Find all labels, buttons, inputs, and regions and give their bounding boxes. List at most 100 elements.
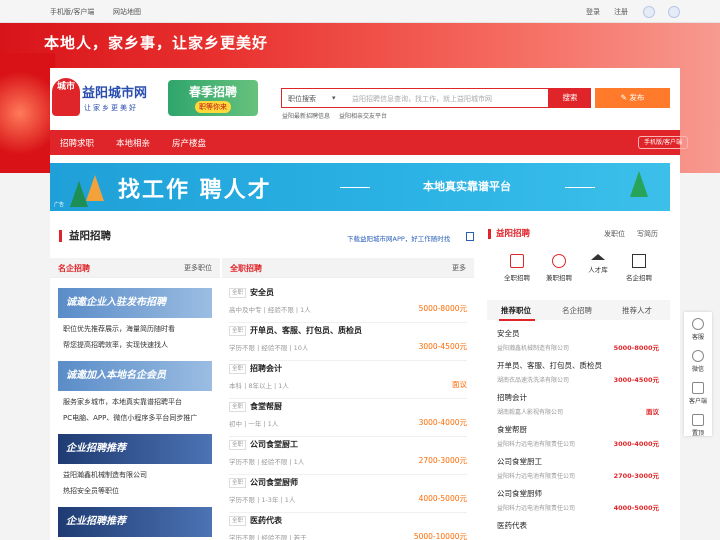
app-download-link[interactable]: 下载益阳城市网APP，好工作随时找 [347, 233, 450, 243]
right-job-row[interactable]: 医药代表 [497, 520, 662, 540]
job-title[interactable]: 食堂帮厨 [250, 401, 282, 412]
promo-image[interactable]: 诚邀企业入驻发布招聘 [58, 288, 212, 318]
logo-subtitle: 让家乡更美好 [84, 104, 138, 112]
hot-link-dating[interactable]: 益阳相亲交友平台 [339, 111, 387, 120]
quick-fulltime[interactable]: 全职招聘 [496, 254, 538, 282]
job-salary: 5000-8000元 [418, 304, 467, 313]
job-row[interactable]: 全职 公司食堂厨师 学历不限 | 1-3年 | 1人 4000-5000元 [229, 475, 467, 513]
right-job-salary: 2700-3000元 [613, 472, 659, 480]
qr-icon[interactable] [466, 232, 474, 241]
quick-parttime[interactable]: 兼职招聘 [538, 254, 580, 282]
wechat-icon[interactable] [643, 6, 655, 18]
fulltime-more-link[interactable]: 更多 [452, 263, 466, 273]
right-job-row[interactable]: 公司食堂厨工 益阳科力远电池有限责任公司 2700-3000元 [497, 456, 662, 488]
nav-item-jobs[interactable]: 招聘求职 [60, 137, 94, 149]
promo-image[interactable]: 企业招聘推荐 [58, 434, 212, 464]
job-row[interactable]: 全职 招聘会计 本科 | 8年以上 | 1人 面议 [229, 361, 467, 399]
search-input[interactable]: 益阳招聘信息查询，找工作，就上益阳城市网 [352, 94, 492, 104]
right-job-title[interactable]: 招聘会计 [497, 392, 527, 403]
promo-image[interactable]: 企业招聘推荐 [58, 507, 212, 537]
job-type-tag: 全职 [229, 440, 247, 450]
job-row[interactable]: 全职 安全员 高中及中专 | 经验不限 | 1人 5000-8000元 [229, 285, 467, 323]
tab-famous[interactable]: 名企招聘 [562, 305, 592, 316]
right-job-salary: 5000-8000元 [613, 344, 659, 352]
login-link[interactable]: 登录 [586, 7, 600, 17]
right-job-row[interactable]: 公司食堂厨师 益阳科力远电池有限责任公司 4000-5000元 [497, 488, 662, 520]
float-wechat[interactable]: 微信 [684, 350, 712, 373]
fulltime-header: 全职招聘 更多 [222, 258, 474, 278]
job-detail: 学历不限 | 经验不限 | 1人 [229, 458, 305, 466]
right-job-title[interactable]: 医药代表 [497, 520, 527, 531]
float-app[interactable]: 客户端 [684, 382, 712, 405]
right-title: 益阳招聘 [488, 229, 530, 239]
right-job-row[interactable]: 招聘会计 湖南毅嘉人影视有限公司 面议 [497, 392, 662, 424]
post-button[interactable]: ✎ 发布 [595, 88, 670, 108]
job-title[interactable]: 公司食堂厨师 [250, 477, 298, 488]
famous-title: 名企招聘 [58, 264, 90, 273]
service-icon [692, 318, 704, 330]
user-icon[interactable] [668, 6, 680, 18]
promo-text: 帮您提高招聘效率，实现快速找人 [63, 341, 168, 349]
mobile-link[interactable]: 手机版/客户端 [50, 7, 94, 17]
spring-sub: 职等你来 [195, 101, 231, 113]
famous-more-link[interactable]: 更多职位 [184, 263, 212, 273]
search-button[interactable]: 搜索 [549, 88, 591, 108]
spring-recruit-banner[interactable]: 春季招聘 职等你来 [168, 80, 258, 116]
search-category-select[interactable]: 职位搜索 [288, 94, 316, 104]
float-top[interactable]: 置顶 [684, 414, 712, 437]
top-bar: 手机版/客户端 网站地图 登录 注册 [0, 0, 720, 23]
float-label: 微信 [691, 366, 704, 373]
job-title[interactable]: 公司食堂厨工 [250, 439, 298, 450]
float-service[interactable]: 客服 [684, 318, 712, 341]
right-job-title[interactable]: 公司食堂厨师 [497, 488, 542, 499]
right-job-row[interactable]: 食堂帮厨 益阳科力远电池有限责任公司 3000-4000元 [497, 424, 662, 456]
post-job-link[interactable]: 发职位 [604, 229, 625, 239]
job-row[interactable]: 全职 医药代表 学历不限 | 经验不限 | 若干 5000-10000元 [229, 513, 467, 540]
promo-image[interactable]: 诚邀加入本地名企会员 [58, 361, 212, 391]
quick-label: 名企招聘 [626, 274, 652, 282]
right-job-salary: 3000-4000元 [613, 440, 659, 448]
job-title[interactable]: 招聘会计 [250, 363, 282, 374]
right-job-title[interactable]: 食堂帮厨 [497, 424, 527, 435]
job-title[interactable]: 开单员、客服、打包员、质检员 [250, 325, 362, 336]
job-row[interactable]: 全职 开单员、客服、打包员、质检员 学历不限 | 经验不限 | 10人 3000… [229, 323, 467, 361]
site-logo[interactable]: 城市 益阳城市网 让家乡更美好 [52, 78, 160, 118]
quick-label: 兼职招聘 [546, 274, 572, 282]
right-job-salary: 3000-4500元 [613, 376, 659, 384]
float-label: 客服 [691, 334, 704, 341]
ad-banner[interactable]: 广告 找工作 聘人才 本地真实靠谱平台 [50, 163, 670, 211]
job-salary: 2700-3000元 [418, 456, 467, 465]
tab-talent[interactable]: 推荐人才 [622, 305, 652, 316]
nav-item-house[interactable]: 房产楼盘 [172, 137, 206, 149]
right-job-title[interactable]: 开单员、客服、打包员、质检员 [497, 360, 602, 371]
search-box[interactable]: 职位搜索 ▾ 益阳招聘信息查询，找工作，就上益阳城市网 [281, 88, 549, 108]
briefcase-icon [510, 254, 524, 268]
nav-mobile-button[interactable]: 手机版/客户端 [638, 136, 688, 149]
job-type-tag: 全职 [229, 516, 247, 526]
job-row[interactable]: 全职 食堂帮厨 初中 | 一年 | 1人 3000-4000元 [229, 399, 467, 437]
job-row[interactable]: 全职 公司食堂厨工 学历不限 | 经验不限 | 1人 2700-3000元 [229, 437, 467, 475]
famous-header: 名企招聘 更多职位 [50, 258, 220, 278]
quick-talent[interactable]: 人才库 [577, 254, 619, 274]
logo-badge: 城市 [52, 78, 80, 116]
right-job-row[interactable]: 安全员 益阳瀚鑫机械制造有限公司 5000-8000元 [497, 328, 662, 360]
right-tabs: 推荐职位 名企招聘 推荐人才 [487, 300, 670, 320]
right-job-row[interactable]: 开单员、客服、打包员、质检员 湖南衣品速洗洗涤有限公司 3000-4500元 [497, 360, 662, 392]
right-job-title[interactable]: 安全员 [497, 328, 520, 339]
hot-link-recruit[interactable]: 益阳最新招聘信息 [282, 111, 330, 120]
job-title[interactable]: 医药代表 [250, 515, 282, 526]
nav-item-dating[interactable]: 本地相亲 [116, 137, 150, 149]
tab-recommend-jobs[interactable]: 推荐职位 [501, 305, 531, 316]
chevron-down-icon: ▾ [332, 94, 336, 102]
post-label: 发布 [629, 93, 645, 102]
quick-label: 全职招聘 [504, 274, 530, 282]
job-title[interactable]: 安全员 [250, 287, 274, 298]
register-link[interactable]: 注册 [614, 7, 628, 17]
sitemap-link[interactable]: 网站地图 [113, 7, 141, 17]
logo-name: 益阳城市网 [82, 86, 148, 101]
company-name[interactable]: 益阳瀚鑫机械制造有限公司 [63, 470, 147, 480]
write-resume-link[interactable]: 写简历 [637, 229, 658, 239]
right-job-title[interactable]: 公司食堂厨工 [497, 456, 542, 467]
job-detail: 本科 | 8年以上 | 1人 [229, 382, 289, 390]
quick-famous[interactable]: 名企招聘 [618, 254, 660, 282]
